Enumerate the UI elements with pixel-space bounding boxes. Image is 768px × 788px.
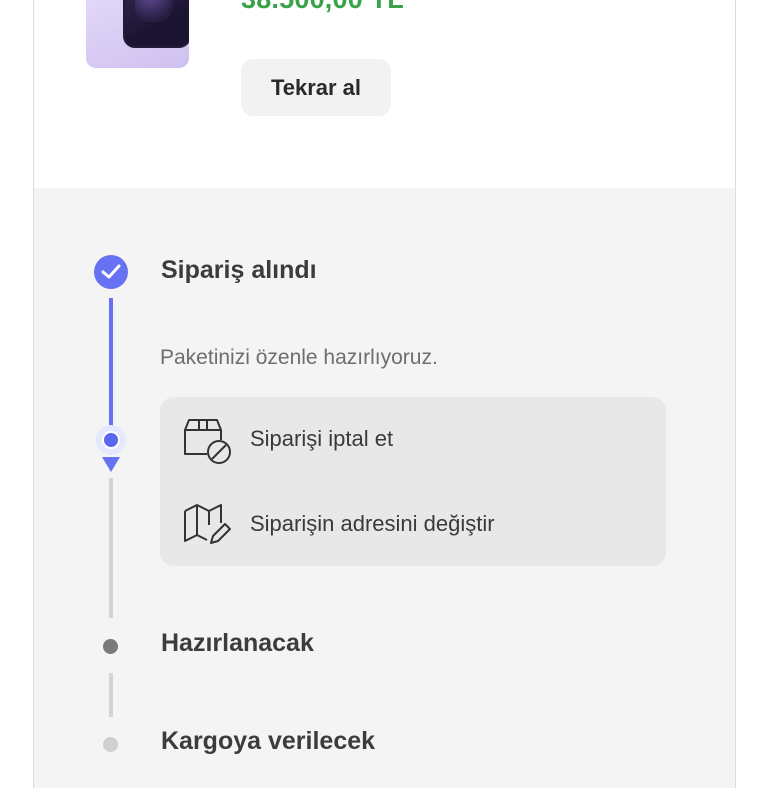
order-status-timeline: Sipariş alındı Paketinizi özenle hazırlı… xyxy=(34,188,735,788)
cancel-order-label: Siparişi iptal et xyxy=(250,426,394,451)
step-indicator-shipping xyxy=(103,737,118,752)
phone-image xyxy=(123,0,189,48)
current-step-indicator xyxy=(96,425,126,455)
box-cancel-icon xyxy=(178,411,234,467)
product-image[interactable] xyxy=(86,0,189,68)
step-indicator-preparing xyxy=(103,639,118,654)
step-title-preparing: Hazırlanacak xyxy=(161,629,314,657)
timeline-line xyxy=(109,478,113,618)
step-title-received: Sipariş alındı xyxy=(161,256,317,284)
product-price: 38.500,00 TL xyxy=(241,0,404,15)
timeline-progress-line xyxy=(109,298,113,440)
cancel-order-button[interactable]: Siparişi iptal et xyxy=(160,397,666,481)
change-address-button[interactable]: Siparişin adresini değiştir xyxy=(160,482,666,566)
map-edit-icon xyxy=(178,496,234,552)
check-icon xyxy=(94,255,128,289)
current-step-arrow-icon xyxy=(102,457,120,472)
reorder-button[interactable]: Tekrar al xyxy=(241,59,391,116)
step-title-shipping: Kargoya verilecek xyxy=(161,727,376,755)
order-actions-panel: Siparişi iptal et Siparişin adresini değ… xyxy=(160,397,666,566)
product-section: 38.500,00 TL Tekrar al xyxy=(34,0,735,188)
timeline-line xyxy=(109,673,113,717)
change-address-label: Siparişin adresini değiştir xyxy=(250,511,495,536)
current-step-description: Paketinizi özenle hazırlıyoruz. xyxy=(160,346,438,369)
order-card: 38.500,00 TL Tekrar al Sipariş alındı Pa… xyxy=(33,0,736,788)
